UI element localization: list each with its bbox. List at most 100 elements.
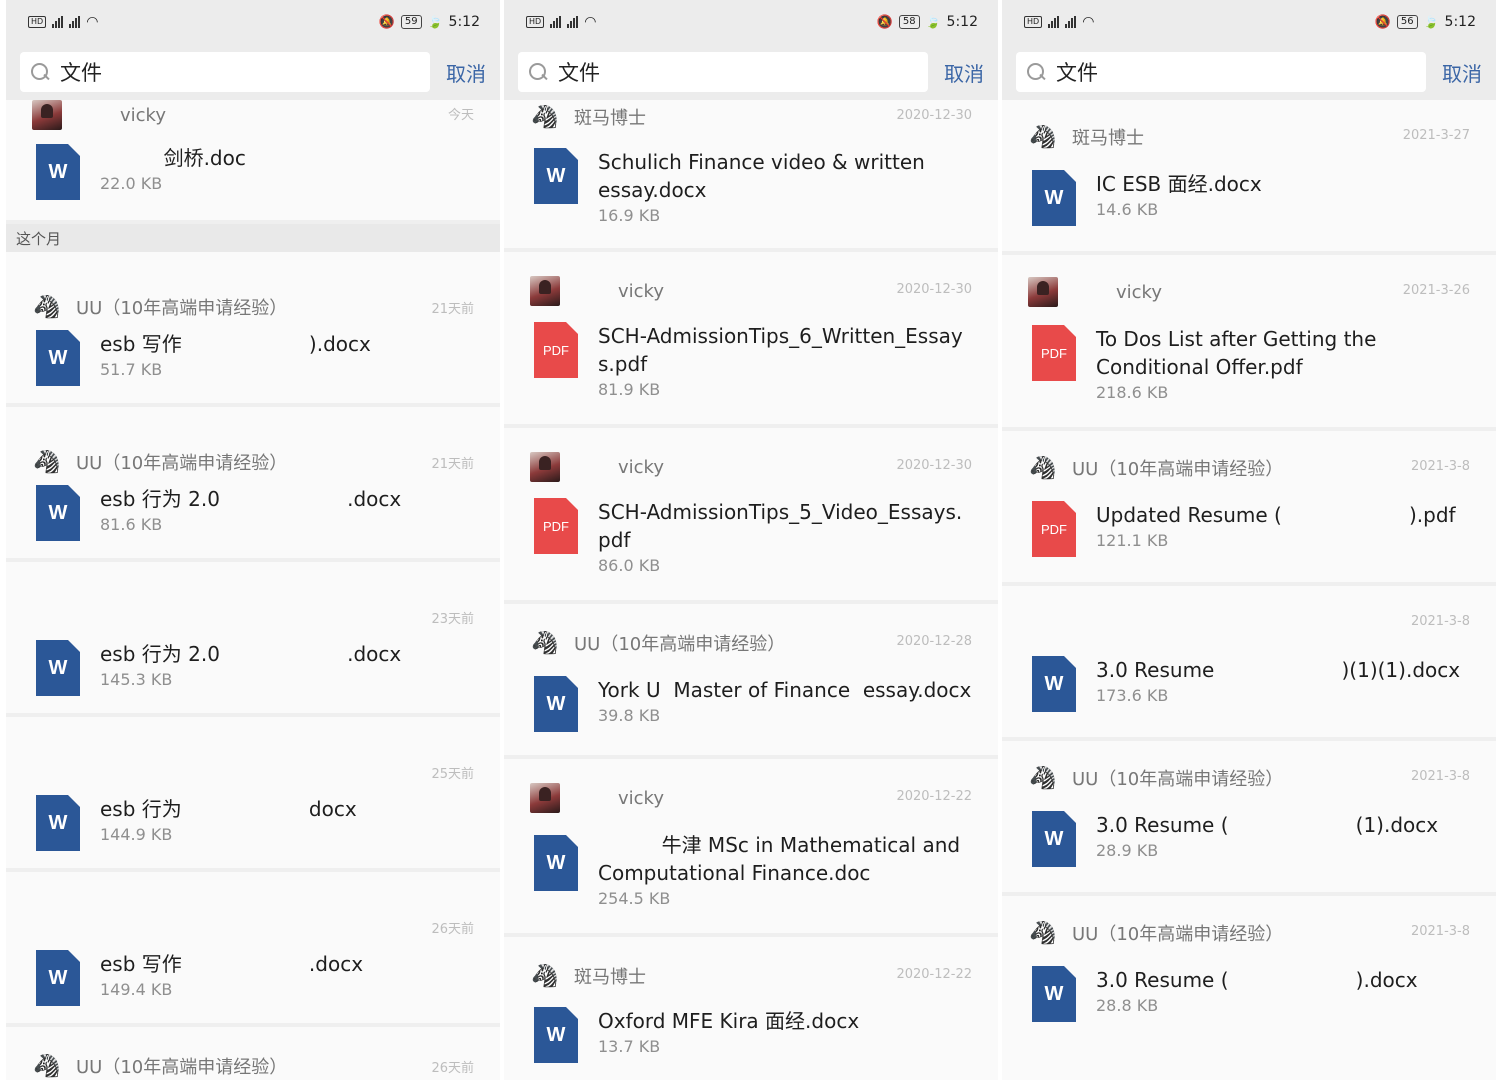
file-list: 🦓 斑马博士 2020-12-30 W Schulich Finance vid… (504, 100, 998, 1077)
date-label: 2021-3-26 (1402, 283, 1470, 298)
list-item[interactable]: 🦓 UU（10年高端申请经验） 2020-12-28 W York U Mast… (504, 604, 998, 759)
cancel-button[interactable]: 取消 (1442, 58, 1482, 87)
list-item[interactable]: 🦓 UU（10年高端申请经验） 21天前 W esb 行为 2.0 .docx … (6, 407, 500, 562)
leaf-icon: 🍃 (925, 15, 941, 29)
file-name: Oxford MFE Kira 面经.docx (598, 1009, 860, 1033)
list-item[interactable]: 25天前 W esb 行为 docx 144.9 KB (6, 717, 500, 872)
wifi-icon: ◠ (584, 14, 597, 30)
list-item[interactable]: vicky 2020-12-22 W 牛津 MSc in Mathematica… (504, 759, 998, 937)
list-item[interactable]: vicky 2020-12-30 PDF SCH-AdmissionTips_6… (504, 252, 998, 428)
file-name: Schulich Finance video & written essay.d… (598, 150, 932, 202)
file-size: 51.7 KB (100, 360, 163, 379)
zebra-mascot-icon: 🦓 (33, 294, 61, 320)
file-list: vicky 今天 W 剑桥.doc 22.0 KB 这个月 🦓 UU（10年高端… (6, 100, 500, 1080)
file-size: 173.6 KB (1096, 686, 1169, 705)
section-header: 这个月 (6, 224, 500, 252)
zebra-mascot-icon: 🦓 (1029, 920, 1057, 946)
list-item[interactable]: vicky 今天 W 剑桥.doc 22.0 KB (6, 100, 500, 224)
date-label: 2021-3-8 (1410, 614, 1470, 629)
word-file-icon: W (36, 485, 80, 541)
search-bar: 取消 (1002, 44, 1496, 100)
cancel-button[interactable]: 取消 (944, 58, 984, 87)
file-size: 13.7 KB (598, 1037, 661, 1056)
file-name: Updated Resume ( ).pdf (1096, 503, 1456, 527)
date-label: 2020-12-30 (896, 282, 972, 297)
date-label: 2020-12-30 (896, 108, 972, 123)
file-name: 牛津 MSc in Mathematical and Computational… (598, 833, 967, 885)
list-item[interactable]: 🦓 UU（10年高端申请经验） 2021-3-8 W 3.0 Resume ( … (1002, 896, 1496, 1036)
wifi-icon: ◠ (1082, 14, 1095, 30)
mute-icon: 🔕 (378, 14, 395, 30)
zebra-mascot-icon: 🦓 (1029, 765, 1057, 791)
list-item[interactable]: 🦓 UU（10年高端申请经验） 26天前 (6, 1027, 500, 1080)
list-item[interactable]: 🦓 斑马博士 2021-3-27 W IC ESB 面经.docx 14.6 K… (1002, 100, 1496, 255)
list-item[interactable]: 🦓 UU（10年高端申请经验） 21天前 W esb 写作 ).docx 51.… (6, 252, 500, 407)
cancel-button[interactable]: 取消 (446, 58, 486, 87)
word-file-icon: W (36, 950, 80, 1006)
battery-icon: 56 (1396, 15, 1418, 29)
search-input[interactable] (60, 60, 360, 84)
search-icon (1026, 62, 1046, 82)
date-label: 2021-3-27 (1402, 128, 1470, 143)
hd-icon: HD (526, 16, 545, 28)
word-file-icon: W (1032, 811, 1076, 867)
file-size: 22.0 KB (100, 174, 163, 193)
file-name: esb 行为 2.0 .docx (100, 487, 402, 511)
date-label: 2020-12-22 (896, 789, 972, 804)
list-item[interactable]: vicky 2021-3-26 PDF To Dos List after Ge… (1002, 255, 1496, 431)
list-item[interactable]: vicky 2020-12-30 PDF SCH-AdmissionTips_5… (504, 428, 998, 604)
zebra-mascot-icon: 🦓 (1029, 455, 1057, 481)
date-label: 2020-12-22 (896, 967, 972, 982)
word-file-icon: W (534, 1007, 578, 1063)
file-size: 86.0 KB (598, 556, 661, 575)
file-list: 🦓 斑马博士 2021-3-27 W IC ESB 面经.docx 14.6 K… (1002, 100, 1496, 1036)
word-file-icon: W (534, 148, 578, 204)
date-label: 26天前 (431, 1061, 474, 1076)
file-size: 28.9 KB (1096, 841, 1159, 860)
date-label: 25天前 (431, 767, 474, 782)
file-name: esb 行为 docx (100, 797, 357, 821)
date-label: 2021-3-8 (1410, 924, 1470, 939)
wifi-icon: ◠ (86, 14, 99, 30)
file-size: 14.6 KB (1096, 200, 1159, 219)
search-input[interactable] (1056, 60, 1356, 84)
file-name: 3.0 Resume ( (1).docx (1096, 813, 1439, 837)
leaf-icon: 🍃 (427, 15, 443, 29)
list-item[interactable]: 2021-3-8 W 3.0 Resume )(1)(1).docx 173.6… (1002, 586, 1496, 741)
list-item[interactable]: 🦓 UU（10年高端申请经验） 2021-3-8 PDF Updated Res… (1002, 431, 1496, 586)
signal-icon (567, 16, 579, 28)
signal-icon (1065, 16, 1077, 28)
list-item[interactable]: 🦓 UU（10年高端申请经验） 2021-3-8 W 3.0 Resume ( … (1002, 741, 1496, 896)
file-size: 81.9 KB (598, 380, 661, 399)
list-item[interactable]: 26天前 W esb 写作 .docx 149.4 KB (6, 872, 500, 1027)
file-name: esb 写作 .docx (100, 952, 364, 976)
search-icon (30, 62, 50, 82)
zebra-mascot-icon: 🦓 (531, 630, 559, 656)
file-size: 145.3 KB (100, 670, 173, 689)
mute-icon: 🔕 (876, 14, 893, 30)
word-file-icon: W (534, 676, 578, 732)
signal-icon (550, 16, 562, 28)
list-item[interactable]: 🦓 斑马博士 2020-12-30 W Schulich Finance vid… (504, 100, 998, 252)
search-box[interactable] (1016, 52, 1426, 92)
file-size: 144.9 KB (100, 825, 173, 844)
word-file-icon: W (36, 640, 80, 696)
date-label: 26天前 (431, 922, 474, 937)
file-size: 121.1 KB (1096, 531, 1169, 550)
word-file-icon: W (1032, 656, 1076, 712)
file-size: 81.6 KB (100, 515, 163, 534)
screen-middle: HD ◠ 🔕 58 🍃 5:12 取消 🦓 斑马博士 2020-12-30 W (504, 0, 998, 1080)
search-box[interactable] (518, 52, 928, 92)
list-item[interactable]: 🦓 斑马博士 2020-12-22 W Oxford MFE Kira 面经.d… (504, 937, 998, 1077)
date-label: 2021-3-8 (1410, 459, 1470, 474)
search-input[interactable] (558, 60, 858, 84)
screen-right: HD ◠ 🔕 56 🍃 5:12 取消 🦓 斑马博士 2021-3-27 W (1002, 0, 1496, 1080)
file-name: York U Master of Finance essay.docx (598, 678, 972, 702)
file-name: SCH-AdmissionTips_6_Written_Essays.pdf (598, 324, 963, 376)
file-size: 218.6 KB (1096, 383, 1169, 402)
search-box[interactable] (20, 52, 430, 92)
avatar (530, 452, 560, 482)
word-file-icon: W (36, 795, 80, 851)
zebra-mascot-icon: 🦓 (531, 963, 559, 989)
list-item[interactable]: 23天前 W esb 行为 2.0 .docx 145.3 KB (6, 562, 500, 717)
